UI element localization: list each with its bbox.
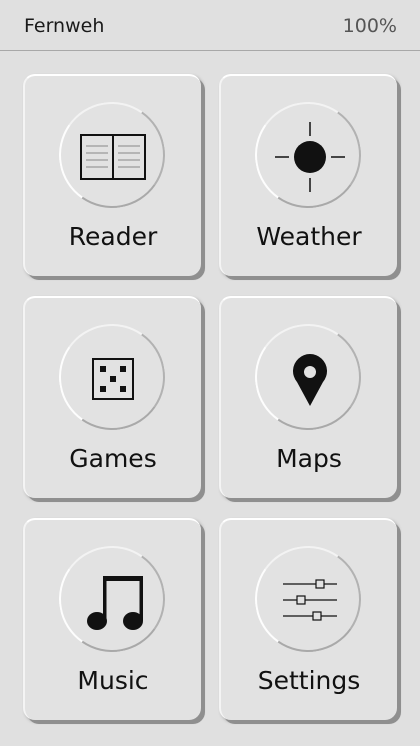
status-bar: Fernweh 100%: [0, 0, 420, 51]
games-tile[interactable]: Games: [23, 296, 201, 498]
battery-level: 100%: [342, 15, 397, 37]
settings-tile[interactable]: Settings: [219, 518, 397, 720]
weather-tile[interactable]: Weather: [219, 74, 397, 276]
tile-label-weather: Weather: [256, 222, 362, 251]
tile-label-music: Music: [77, 666, 149, 695]
map-pin-icon: [253, 322, 363, 432]
music-tile[interactable]: Music: [23, 518, 201, 720]
reader-tile[interactable]: Reader: [23, 74, 201, 276]
dice-icon: [57, 322, 167, 432]
app-title: Fernweh: [24, 15, 105, 37]
maps-tile[interactable]: Maps: [219, 296, 397, 498]
sun-icon: [253, 100, 363, 210]
music-note-icon: [57, 544, 167, 654]
sliders-icon: [253, 544, 363, 654]
tile-label-reader: Reader: [68, 222, 158, 251]
tile-label-games: Games: [69, 444, 157, 473]
book-icon: [57, 100, 167, 210]
tile-label-maps: Maps: [276, 444, 342, 473]
tile-label-settings: Settings: [257, 666, 361, 695]
